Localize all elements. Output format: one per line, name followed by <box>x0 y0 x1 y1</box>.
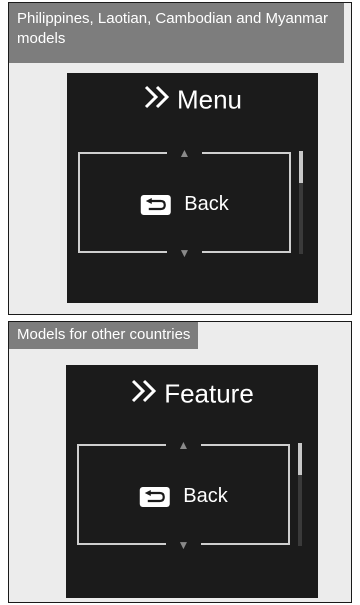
back-arrow-icon <box>139 486 170 507</box>
scroll-down-icon[interactable]: ▼ <box>179 247 191 259</box>
back-label: Back <box>184 193 229 215</box>
menu-item-frame: ▲ ▼ Back <box>77 147 292 259</box>
scrollbar[interactable] <box>298 443 302 546</box>
display-screen: Feature ▲ ▼ Back <box>66 365 318 598</box>
scroll-up-icon[interactable]: ▲ <box>179 147 191 159</box>
double-chevron-icon <box>130 378 160 411</box>
panel-label: Philippines, Laotian, Cambodian and Myan… <box>9 3 344 63</box>
screen-title-text: Menu <box>176 84 243 115</box>
screen-title-text: Feature <box>164 378 254 409</box>
scroll-down-icon[interactable]: ▼ <box>178 539 190 551</box>
panel-other-countries: Models for other countries Feature ▲ ▼ B… <box>8 321 352 603</box>
screen-title: Menu <box>67 83 318 117</box>
menu-item-frame: ▲ ▼ Back <box>76 439 291 551</box>
back-label: Back <box>183 485 228 507</box>
back-menu-item[interactable]: Back <box>139 485 228 508</box>
display-screen: Menu ▲ ▼ Back <box>67 73 318 303</box>
scroll-up-icon[interactable]: ▲ <box>178 439 190 451</box>
scrollbar-thumb[interactable] <box>299 151 303 183</box>
scrollbar-thumb[interactable] <box>298 443 302 475</box>
back-arrow-icon <box>140 194 171 215</box>
double-chevron-icon <box>143 84 173 117</box>
scrollbar[interactable] <box>299 151 303 254</box>
panel-philippines-models: Philippines, Laotian, Cambodian and Myan… <box>8 2 352 315</box>
back-menu-item[interactable]: Back <box>140 193 229 216</box>
panel-label: Models for other countries <box>9 322 199 349</box>
screen-title: Feature <box>66 377 318 411</box>
